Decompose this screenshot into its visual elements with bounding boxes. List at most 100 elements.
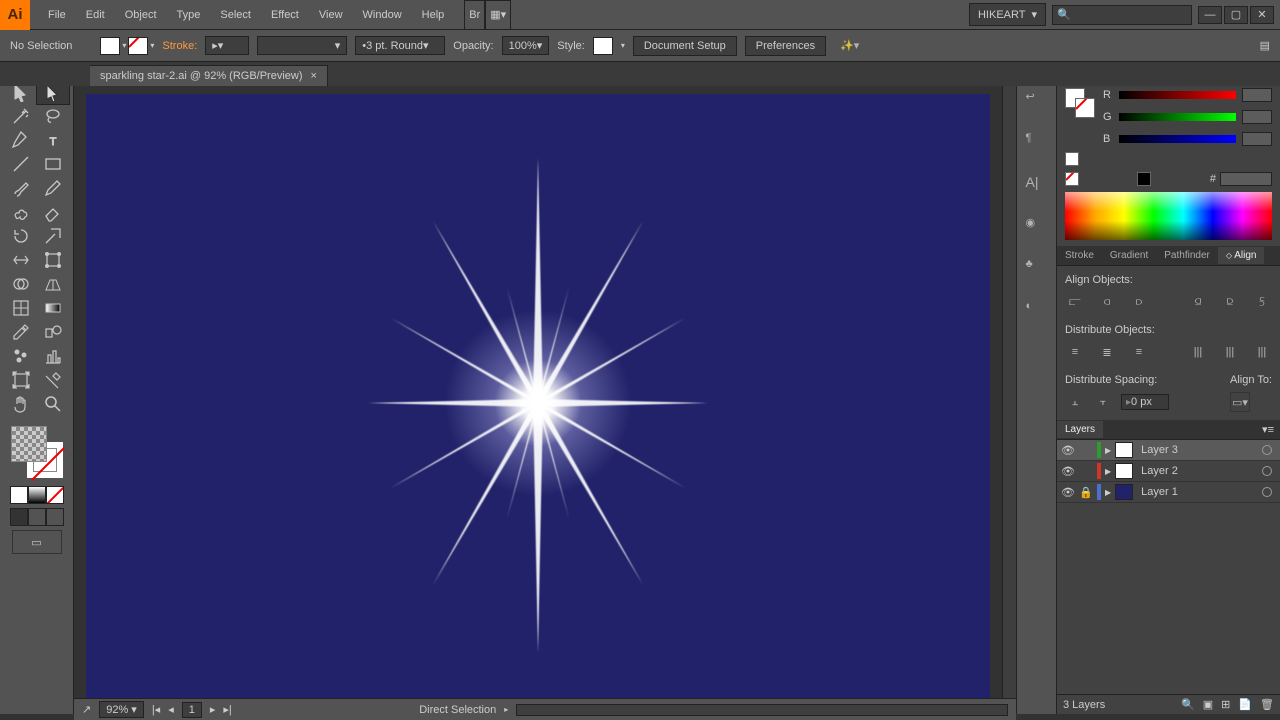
tab-pathfinder[interactable]: Pathfinder — [1156, 247, 1218, 264]
no-color-btn[interactable] — [1065, 172, 1079, 186]
lasso-tool[interactable] — [37, 104, 69, 128]
target-icon[interactable] — [1262, 466, 1272, 476]
visibility-icon[interactable]: 👁 — [1061, 444, 1075, 457]
status-export-icon[interactable]: ↗ — [82, 703, 91, 716]
blob-brush-tool[interactable] — [5, 200, 37, 224]
screen-mode-btn[interactable]: ▭ — [12, 530, 62, 554]
menu-file[interactable]: File — [38, 0, 76, 30]
stroke-label[interactable]: Stroke: — [162, 40, 197, 52]
menu-help[interactable]: Help — [412, 0, 455, 30]
canvas[interactable] — [86, 94, 990, 712]
tab-align[interactable]: Align — [1218, 247, 1265, 264]
page-first-icon[interactable]: |◂ — [152, 703, 160, 716]
layer-row[interactable]: 👁 ▶ Layer 2 — [1057, 461, 1280, 482]
paintbrush-tool[interactable] — [5, 176, 37, 200]
expand-icon[interactable]: ▶ — [1105, 488, 1111, 497]
fill-swatch[interactable] — [100, 37, 120, 55]
align-right-icon[interactable]: ⫐ — [1129, 292, 1149, 312]
fill-stroke-control[interactable] — [7, 422, 67, 482]
dock-icon-character[interactable]: A| — [1026, 174, 1048, 196]
close-tab-icon[interactable]: × — [311, 70, 317, 82]
layer-mask-icon[interactable]: ▣ — [1203, 698, 1213, 711]
search-box[interactable]: 🔍 — [1052, 5, 1192, 25]
tab-layers[interactable]: Layers — [1057, 421, 1103, 438]
default-fill-btn[interactable] — [1065, 152, 1079, 166]
brush-dropdown[interactable]: • 3 pt. Round ▾ — [355, 36, 445, 55]
document-tab[interactable]: sparkling star-2.ai @ 92% (RGB/Preview)× — [90, 65, 328, 86]
dist-hcenter-icon[interactable]: ||| — [1220, 342, 1240, 362]
align-hcenter-icon[interactable]: ⫏ — [1097, 292, 1117, 312]
menu-edit[interactable]: Edit — [76, 0, 115, 30]
search-input[interactable] — [1071, 9, 1187, 21]
black-btn[interactable] — [1137, 172, 1151, 186]
tab-gradient[interactable]: Gradient — [1102, 247, 1156, 264]
bridge-icon[interactable]: Br — [464, 0, 485, 30]
target-icon[interactable] — [1262, 487, 1272, 497]
maximize-button[interactable]: ▢ — [1224, 6, 1248, 24]
workspace-dropdown[interactable]: HIKEART▾ — [969, 3, 1046, 26]
page-last-icon[interactable]: ▸| — [223, 703, 231, 716]
zoom-tool[interactable] — [37, 392, 69, 416]
line-tool[interactable] — [5, 152, 37, 176]
expand-icon[interactable]: ▶ — [1105, 446, 1111, 455]
style-swatch[interactable] — [593, 37, 613, 55]
b-slider[interactable] — [1119, 135, 1236, 143]
page-next-icon[interactable]: ▸ — [210, 703, 216, 716]
menu-object[interactable]: Object — [115, 0, 167, 30]
menu-window[interactable]: Window — [353, 0, 412, 30]
layer-row[interactable]: 👁 🔒 ▶ Layer 1 — [1057, 482, 1280, 503]
draw-behind-btn[interactable] — [28, 508, 46, 526]
layer-name[interactable]: Layer 1 — [1137, 486, 1258, 498]
artboard-tool[interactable] — [5, 368, 37, 392]
close-button[interactable]: ✕ — [1250, 6, 1274, 24]
type-tool[interactable]: T — [37, 128, 69, 152]
dock-icon-wrap[interactable]: ↩ — [1026, 90, 1048, 112]
draw-inside-btn[interactable] — [46, 508, 64, 526]
eraser-tool[interactable] — [37, 200, 69, 224]
page-input[interactable]: 1 — [182, 702, 202, 718]
opacity-input[interactable]: 100% ▾ — [502, 36, 550, 55]
layer-name[interactable]: Layer 3 — [1137, 444, 1258, 456]
layer-name[interactable]: Layer 2 — [1137, 465, 1258, 477]
dock-icon-appearance[interactable]: ◉ — [1026, 216, 1048, 238]
stroke-weight-input[interactable]: ▸ ▾ — [205, 36, 249, 55]
align-icon[interactable]: ✨▾ — [840, 39, 859, 52]
color-mode-btn[interactable] — [10, 486, 28, 504]
rectangle-tool[interactable] — [37, 152, 69, 176]
dock-icon-paragraph[interactable]: ¶ — [1026, 132, 1048, 154]
selection-tool[interactable] — [5, 86, 37, 104]
perspective-grid-tool[interactable] — [37, 272, 69, 296]
blend-tool[interactable] — [37, 320, 69, 344]
visibility-icon[interactable]: 👁 — [1061, 486, 1075, 499]
lock-icon[interactable]: 🔒 — [1079, 486, 1093, 499]
dist-space-v-icon[interactable]: ⫠ — [1065, 392, 1085, 412]
align-left-icon[interactable]: ⫍ — [1065, 292, 1085, 312]
r-slider[interactable] — [1119, 91, 1236, 99]
scrollbar-vertical[interactable] — [1002, 86, 1016, 720]
hand-tool[interactable] — [5, 392, 37, 416]
color-spectrum[interactable] — [1065, 192, 1272, 240]
dist-bottom-icon[interactable]: ≡ — [1129, 342, 1149, 362]
layer-row[interactable]: 👁 ▶ Layer 3 — [1057, 440, 1280, 461]
hex-value[interactable] — [1220, 172, 1272, 186]
stroke-swatch[interactable] — [128, 37, 148, 55]
align-bottom-icon[interactable]: ⫓ — [1252, 292, 1272, 312]
dist-space-h-icon[interactable]: ⫟ — [1093, 392, 1113, 412]
r-value[interactable] — [1242, 88, 1272, 102]
align-to-dropdown[interactable]: ▭▾ — [1230, 392, 1250, 412]
rotate-tool[interactable] — [5, 224, 37, 248]
none-mode-btn[interactable] — [46, 486, 64, 504]
zoom-dropdown[interactable]: 92% ▾ — [99, 701, 144, 718]
pen-tool[interactable] — [5, 128, 37, 152]
magic-wand-tool[interactable] — [5, 104, 37, 128]
visibility-icon[interactable]: 👁 — [1061, 465, 1075, 478]
dock-icon-brushes[interactable]: ◐ — [1026, 300, 1048, 322]
dist-top-icon[interactable]: ≡ — [1065, 342, 1085, 362]
menu-effect[interactable]: Effect — [261, 0, 309, 30]
gradient-mode-btn[interactable] — [28, 486, 46, 504]
spacing-input[interactable]: ▸0 px — [1121, 394, 1169, 410]
eyedropper-tool[interactable] — [5, 320, 37, 344]
layers-menu-icon[interactable]: ▾≡ — [1256, 423, 1280, 436]
minimize-button[interactable]: — — [1198, 6, 1222, 24]
g-slider[interactable] — [1119, 113, 1236, 121]
